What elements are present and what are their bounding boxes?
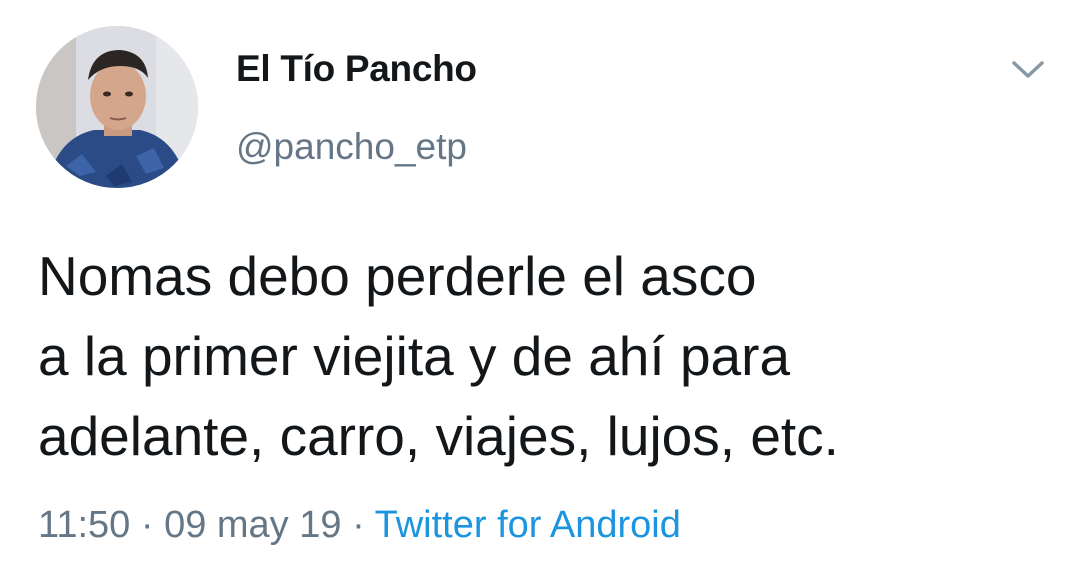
meta-separator: · (130, 504, 165, 546)
tweet-source-link[interactable]: Twitter for Android (375, 504, 681, 546)
tweet-date: 09 may 19 (164, 504, 342, 546)
avatar[interactable] (36, 26, 198, 188)
tweet-text: Nomas debo perderle el asco a la primer … (38, 245, 839, 467)
tweet-time: 11:50 (38, 504, 131, 546)
avatar-photo (36, 26, 198, 188)
author-handle[interactable]: @pancho_etp (236, 126, 467, 168)
chevron-down-icon[interactable] (1006, 54, 1050, 86)
tweet-card: El Tío Pancho @pancho_etp Nomas debo per… (0, 0, 1080, 564)
tweet-meta: 11:50 · 09 may 19 · Twitter for Android (38, 504, 681, 547)
meta-separator: · (341, 504, 375, 546)
author-display-name[interactable]: El Tío Pancho (236, 48, 477, 90)
